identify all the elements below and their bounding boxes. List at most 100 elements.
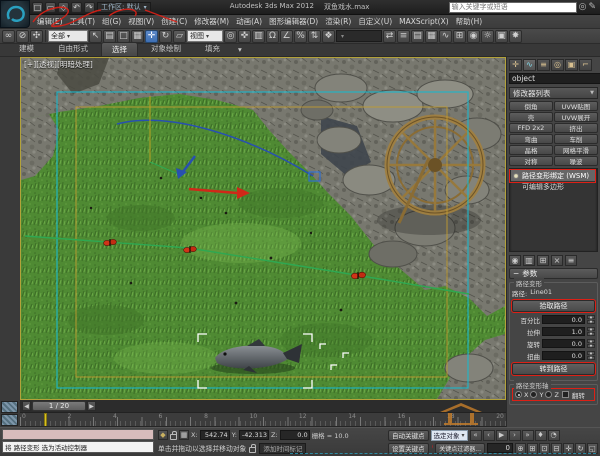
next-frame-arrow[interactable]: ▶ bbox=[87, 401, 96, 411]
playback-icon[interactable]: ‹ bbox=[483, 430, 495, 441]
coord-z-field[interactable]: 0.0 bbox=[280, 430, 310, 440]
menu-item[interactable]: 渲染(R) bbox=[322, 16, 354, 27]
modifier-button[interactable]: 网格平滑 bbox=[554, 145, 598, 155]
spinner-value-field[interactable]: 1.0 bbox=[542, 327, 585, 336]
toolbar-icon[interactable]: ∿ bbox=[439, 30, 452, 43]
ribbon-tab[interactable]: 填充 bbox=[194, 41, 231, 56]
viewport-nav-icon[interactable]: ⊞ bbox=[527, 443, 538, 454]
modifier-stack-row[interactable]: 路径变形绑定 (WSM) bbox=[511, 170, 596, 181]
toolbar-icon[interactable]: ▤ bbox=[411, 30, 424, 43]
menu-item[interactable]: 动画(A) bbox=[233, 16, 265, 27]
toolbar-icon[interactable]: Ω bbox=[266, 30, 279, 43]
command-panel-tab[interactable]: ⌐ bbox=[579, 59, 592, 71]
toolbar-icon[interactable]: ⊞ bbox=[453, 30, 466, 43]
selected-set-dropdown[interactable]: 选定对象▾ bbox=[431, 430, 468, 441]
time-slider-handle[interactable]: 1 / 20 bbox=[32, 401, 86, 411]
ribbon-tab[interactable]: 选择 bbox=[101, 42, 138, 56]
current-time-marker[interactable] bbox=[44, 413, 47, 427]
modifier-button[interactable]: 弯曲 bbox=[509, 134, 553, 144]
toolbar-icon[interactable]: % bbox=[294, 30, 307, 43]
set-key-button[interactable]: 设置关键点 bbox=[388, 443, 429, 454]
stack-tool-icon[interactable]: ⊞ bbox=[537, 255, 549, 266]
workspace-dropdown[interactable]: 工作区: 默认▾ bbox=[97, 2, 151, 13]
toolbar-icon[interactable]: ❖ bbox=[322, 30, 335, 43]
menu-item[interactable]: 视图(V) bbox=[125, 16, 157, 27]
playback-icon[interactable]: » bbox=[522, 430, 534, 441]
playback-icon[interactable]: ♦ bbox=[535, 430, 547, 441]
toolbar-icon[interactable]: ≡ bbox=[397, 30, 410, 43]
playback-icon[interactable]: ▶ bbox=[496, 430, 508, 441]
save-file-icon[interactable]: ◇ bbox=[58, 2, 69, 13]
modifier-button[interactable]: 晶格 bbox=[509, 145, 553, 155]
ribbon-minimize-icon[interactable]: ▾ bbox=[233, 43, 247, 56]
toolbar-icon[interactable]: ✸ bbox=[509, 30, 522, 43]
command-panel-tab[interactable]: ▣ bbox=[565, 59, 578, 71]
redo-icon[interactable]: ↷ bbox=[84, 2, 95, 13]
modifier-button[interactable]: 对称 bbox=[509, 156, 553, 166]
modifier-button[interactable]: 车削 bbox=[554, 134, 598, 144]
spinner-arrows[interactable]: ▲▼ bbox=[587, 339, 595, 348]
move-to-path-button[interactable]: 转到路径 bbox=[512, 363, 595, 375]
menu-item[interactable]: 创建(C) bbox=[158, 16, 190, 27]
application-menu-button[interactable] bbox=[0, 0, 30, 28]
axis-radio[interactable] bbox=[515, 391, 522, 398]
search-binoculars-icon[interactable]: ◎ bbox=[579, 2, 587, 12]
viewport-nav-icon[interactable]: ↻ bbox=[575, 443, 586, 454]
spinner-value-field[interactable]: 0.0 bbox=[542, 315, 585, 324]
trackbar-filter-button[interactable] bbox=[1, 414, 18, 426]
coord-x-field[interactable]: 542.74 bbox=[200, 430, 230, 440]
viewport-nav-icon[interactable]: ◱ bbox=[587, 443, 598, 454]
modifier-button[interactable]: UVW展开 bbox=[554, 112, 598, 122]
isolate-selection-icon[interactable]: ◆ bbox=[158, 430, 168, 440]
toolbar-icon[interactable]: ◉ bbox=[467, 30, 480, 43]
playback-icon[interactable]: ◔ bbox=[548, 430, 560, 441]
toolbar-icon[interactable]: ▥ bbox=[252, 30, 265, 43]
stack-tool-icon[interactable]: × bbox=[551, 255, 563, 266]
ribbon-tab[interactable]: 对象绘制 bbox=[140, 41, 192, 56]
timeline-ruler[interactable]: 02468101214161820 bbox=[20, 413, 506, 427]
spinner-value-field[interactable]: 0.0 bbox=[542, 339, 585, 348]
open-mini-curve-editor-button[interactable] bbox=[1, 401, 18, 413]
selection-lock-icon[interactable] bbox=[170, 434, 177, 440]
viewport-nav-icon[interactable]: ⊡ bbox=[539, 443, 550, 454]
modifier-stack-row[interactable]: 可编辑多边形 bbox=[511, 181, 596, 192]
maxscript-listener-pink[interactable] bbox=[2, 429, 154, 440]
set-key-red-key-icon[interactable] bbox=[431, 443, 434, 454]
modifier-button[interactable]: 挤出 bbox=[554, 123, 598, 133]
spinner-arrows[interactable]: ▲▼ bbox=[587, 351, 595, 360]
new-scene-icon[interactable]: □ bbox=[32, 2, 43, 13]
current-frame-field[interactable]: 0 bbox=[487, 443, 513, 453]
menu-item[interactable]: 组(G) bbox=[99, 16, 124, 27]
spinner-value-field[interactable]: 0.0 bbox=[542, 351, 585, 360]
stack-tool-icon[interactable]: ▥ bbox=[523, 255, 535, 266]
time-slider[interactable]: ◀ 1 / 20 ▶ bbox=[20, 400, 506, 413]
menu-item[interactable]: 帮助(H) bbox=[453, 16, 486, 27]
modifier-button[interactable]: FFD 2x2 bbox=[509, 123, 553, 133]
modifier-button[interactable]: UVW贴图 bbox=[554, 101, 598, 111]
modifier-button[interactable]: 壳 bbox=[509, 112, 553, 122]
help-pen-icon[interactable]: ✎ bbox=[588, 2, 596, 12]
maxscript-listener-white[interactable]: 将 路径变形 选为活动控制器 bbox=[2, 441, 154, 453]
spinner-arrows[interactable]: ▲▼ bbox=[587, 315, 595, 324]
key-filters-button[interactable]: 关键点过滤器... bbox=[435, 443, 485, 454]
stack-tool-icon[interactable]: ≡ bbox=[565, 255, 577, 266]
named-selection-sets-field[interactable]: ▾ bbox=[336, 30, 382, 42]
menu-item[interactable]: MAXScript(X) bbox=[396, 17, 451, 26]
viewport-nav-icon[interactable]: ⊟ bbox=[551, 443, 562, 454]
absolute-offset-mode-icon[interactable]: ▦ bbox=[179, 430, 189, 440]
butterfly[interactable] bbox=[351, 272, 365, 279]
modifier-list-dropdown[interactable]: 修改器列表 ▼ bbox=[509, 87, 598, 99]
previous-frame-arrow[interactable]: ◀ bbox=[22, 401, 31, 411]
add-time-tag[interactable]: 添加时间标记 bbox=[259, 443, 306, 454]
command-panel-tab[interactable]: ∿ bbox=[523, 59, 536, 71]
auto-key-button[interactable]: 自动关键点 bbox=[388, 430, 429, 441]
menu-item[interactable]: 工具(T) bbox=[67, 16, 98, 27]
flip-checkbox[interactable] bbox=[562, 391, 569, 398]
command-panel-tab[interactable]: ✛ bbox=[509, 59, 522, 71]
toolbar-icon[interactable]: ∠ bbox=[280, 30, 293, 43]
infocenter-search-input[interactable] bbox=[449, 2, 577, 13]
menu-item[interactable]: 图形编辑器(D) bbox=[266, 16, 321, 27]
viewport-nav-icon[interactable]: ✛ bbox=[563, 443, 574, 454]
lightbulb-icon[interactable] bbox=[513, 173, 519, 179]
toolbar-icon[interactable]: ▦ bbox=[425, 30, 438, 43]
